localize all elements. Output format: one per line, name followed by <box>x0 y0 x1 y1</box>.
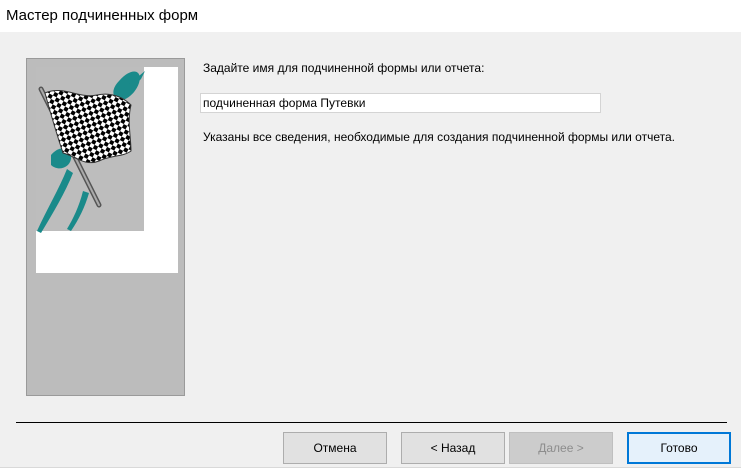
window-title: Мастер подчиненных форм <box>6 7 199 24</box>
bottom-strip <box>0 467 741 473</box>
title-bar: Мастер подчиненных форм <box>0 0 741 32</box>
checkered-flag-icon <box>37 71 145 233</box>
subform-name-label: Задайте имя для подчиненной формы или от… <box>203 61 485 75</box>
wizard-image-panel <box>26 58 185 396</box>
next-button: Далее > <box>509 432 613 464</box>
subform-name-input[interactable] <box>200 93 601 113</box>
back-button[interactable]: < Назад <box>401 432 505 464</box>
completion-info-text: Указаны все сведения, необходимые для со… <box>203 130 675 144</box>
cancel-button[interactable]: Отмена <box>283 432 387 464</box>
finish-button[interactable]: Готово <box>627 432 731 464</box>
footer-separator <box>16 422 727 423</box>
